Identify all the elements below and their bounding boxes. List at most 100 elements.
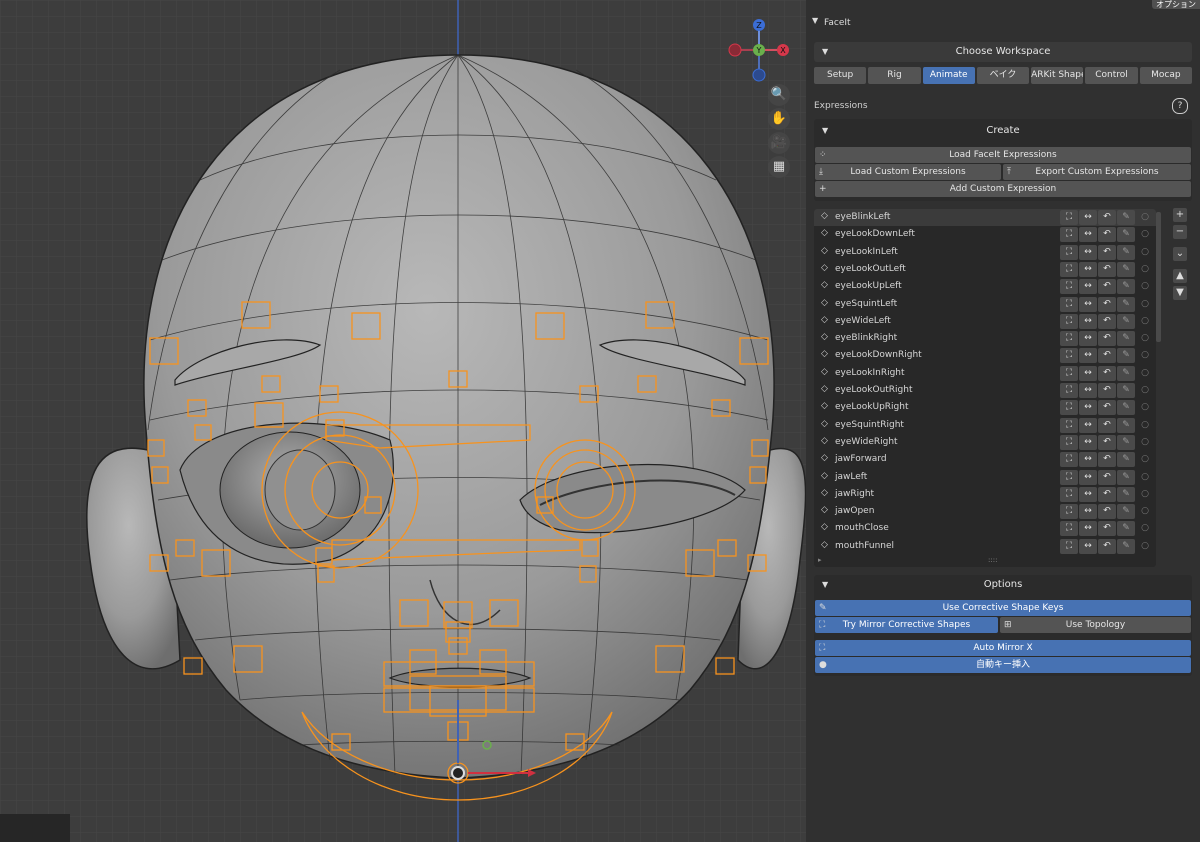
pose-icon[interactable]: ⛶ — [1060, 296, 1078, 312]
reset-undo-icon[interactable]: ↶ — [1098, 417, 1116, 433]
reset-undo-icon[interactable]: ↶ — [1098, 486, 1116, 502]
pose-icon[interactable]: ⛶ — [1060, 538, 1078, 554]
mirror-arrows-icon[interactable]: ↔ — [1079, 417, 1097, 433]
pose-icon[interactable]: ⛶ — [1060, 210, 1078, 225]
pose-icon[interactable]: ⛶ — [1060, 261, 1078, 277]
mirror-arrows-icon[interactable]: ↔ — [1079, 383, 1097, 398]
tab-setup[interactable]: Setup — [814, 67, 867, 84]
edit-pencil-icon[interactable]: ✎ — [1117, 521, 1135, 537]
list-expand-icon[interactable]: ▸ — [818, 556, 822, 564]
reset-undo-icon[interactable]: ↶ — [1098, 261, 1116, 277]
tab-ベイク[interactable]: ベイク — [976, 67, 1030, 84]
expression-row[interactable]: ◇ eyeLookInLeft ⛶ ↔ ↶ ✎ ○ — [814, 244, 1156, 261]
status-circle-icon[interactable]: ○ — [1136, 435, 1154, 450]
status-circle-icon[interactable]: ○ — [1136, 279, 1154, 294]
mirror-arrows-icon[interactable]: ↔ — [1079, 296, 1097, 312]
status-circle-icon[interactable]: ○ — [1136, 331, 1154, 346]
use-topology-toggle[interactable]: ⊞ Use Topology — [1000, 617, 1191, 633]
edit-pencil-icon[interactable]: ✎ — [1117, 504, 1135, 520]
mirror-arrows-icon[interactable]: ↔ — [1079, 227, 1097, 243]
expression-row[interactable]: ◇ jawForward ⛶ ↔ ↶ ✎ ○ — [814, 451, 1156, 468]
remove-item-minus-icon[interactable]: − — [1173, 225, 1187, 239]
mirror-arrows-icon[interactable]: ↔ — [1079, 469, 1097, 485]
move-up-icon[interactable]: ▲ — [1173, 269, 1187, 283]
status-circle-icon[interactable]: ○ — [1136, 400, 1154, 415]
expression-row[interactable]: ◇ jawRight ⛶ ↔ ↶ ✎ ○ — [814, 486, 1156, 503]
pose-icon[interactable]: ⛶ — [1060, 227, 1078, 243]
expression-row[interactable]: ◇ eyeSquintRight ⛶ ↔ ↶ ✎ ○ — [814, 417, 1156, 434]
pose-icon[interactable]: ⛶ — [1060, 331, 1078, 347]
help-question-icon[interactable]: ? — [1172, 98, 1188, 114]
status-circle-icon[interactable]: ○ — [1136, 245, 1154, 260]
axis-gizmo[interactable]: Z X Y — [724, 16, 794, 86]
mirror-arrows-icon[interactable]: ↔ — [1079, 538, 1097, 554]
status-circle-icon[interactable]: ○ — [1136, 521, 1154, 536]
zoom-icon[interactable]: 🔍 — [768, 84, 790, 106]
edit-pencil-icon[interactable]: ✎ — [1117, 296, 1135, 312]
edit-pencil-icon[interactable]: ✎ — [1117, 210, 1135, 225]
pose-icon[interactable]: ⛶ — [1060, 279, 1078, 295]
reset-undo-icon[interactable]: ↶ — [1098, 434, 1116, 450]
status-circle-icon[interactable]: ○ — [1136, 383, 1154, 398]
pose-icon[interactable]: ⛶ — [1060, 244, 1078, 260]
status-circle-icon[interactable]: ○ — [1136, 210, 1154, 225]
mirror-arrows-icon[interactable]: ↔ — [1079, 331, 1097, 347]
expression-row[interactable]: ◇ jawLeft ⛶ ↔ ↶ ✎ ○ — [814, 469, 1156, 486]
status-circle-icon[interactable]: ○ — [1136, 314, 1154, 329]
edit-pencil-icon[interactable]: ✎ — [1117, 244, 1135, 260]
options-header[interactable]: ▼ Options — [814, 575, 1192, 595]
edit-pencil-icon[interactable]: ✎ — [1117, 227, 1135, 243]
mirror-arrows-icon[interactable]: ↔ — [1079, 365, 1097, 381]
expression-row[interactable]: ◇ eyeWideLeft ⛶ ↔ ↶ ✎ ○ — [814, 313, 1156, 330]
expression-row[interactable]: ◇ eyeWideRight ⛶ ↔ ↶ ✎ ○ — [814, 434, 1156, 451]
expression-row[interactable]: ◇ eyeLookUpLeft ⛶ ↔ ↶ ✎ ○ — [814, 278, 1156, 295]
edit-pencil-icon[interactable]: ✎ — [1117, 279, 1135, 295]
status-circle-icon[interactable]: ○ — [1136, 227, 1154, 242]
expression-row[interactable]: ◇ eyeLookUpRight ⛶ ↔ ↶ ✎ ○ — [814, 399, 1156, 416]
load-faceit-expressions-button[interactable]: ⁘ Load FaceIt Expressions — [815, 147, 1191, 163]
reset-undo-icon[interactable]: ↶ — [1098, 469, 1116, 485]
edit-pencil-icon[interactable]: ✎ — [1117, 313, 1135, 329]
pose-icon[interactable]: ⛶ — [1060, 504, 1078, 520]
reset-undo-icon[interactable]: ↶ — [1098, 521, 1116, 537]
use-corrective-shape-keys-toggle[interactable]: ✎ Use Corrective Shape Keys — [815, 600, 1191, 616]
reset-undo-icon[interactable]: ↶ — [1098, 365, 1116, 381]
edit-pencil-icon[interactable]: ✎ — [1117, 452, 1135, 468]
reset-undo-icon[interactable]: ↶ — [1098, 296, 1116, 312]
status-circle-icon[interactable]: ○ — [1136, 366, 1154, 381]
edit-pencil-icon[interactable]: ✎ — [1117, 538, 1135, 554]
mirror-arrows-icon[interactable]: ↔ — [1079, 434, 1097, 450]
pose-icon[interactable]: ⛶ — [1060, 521, 1078, 537]
reset-undo-icon[interactable]: ↶ — [1098, 400, 1116, 416]
mirror-arrows-icon[interactable]: ↔ — [1079, 504, 1097, 520]
mirror-arrows-icon[interactable]: ↔ — [1079, 486, 1097, 502]
mirror-arrows-icon[interactable]: ↔ — [1079, 348, 1097, 364]
panel-header[interactable]: ▼ FaceIt — [806, 12, 1200, 34]
tab-mocap[interactable]: Mocap — [1139, 67, 1192, 84]
create-header[interactable]: ▼ Create — [814, 121, 1192, 141]
pose-icon[interactable]: ⛶ — [1060, 313, 1078, 329]
edit-pencil-icon[interactable]: ✎ — [1117, 365, 1135, 381]
edit-pencil-icon[interactable]: ✎ — [1117, 261, 1135, 277]
status-circle-icon[interactable]: ○ — [1136, 487, 1154, 502]
collapse-icon[interactable]: ▼ — [812, 16, 818, 25]
expression-row[interactable]: ◇ eyeLookInRight ⛶ ↔ ↶ ✎ ○ — [814, 365, 1156, 382]
expression-row[interactable]: ◇ eyeSquintLeft ⛶ ↔ ↶ ✎ ○ — [814, 296, 1156, 313]
reset-undo-icon[interactable]: ↶ — [1098, 244, 1116, 260]
pose-icon[interactable]: ⛶ — [1060, 348, 1078, 364]
pose-icon[interactable]: ⛶ — [1060, 486, 1078, 502]
edit-pencil-icon[interactable]: ✎ — [1117, 383, 1135, 398]
reset-undo-icon[interactable]: ↶ — [1098, 348, 1116, 364]
reset-undo-icon[interactable]: ↶ — [1098, 279, 1116, 295]
mirror-arrows-icon[interactable]: ↔ — [1079, 521, 1097, 537]
mirror-arrows-icon[interactable]: ↔ — [1079, 400, 1097, 416]
tab-animate[interactable]: Animate — [922, 67, 975, 84]
pose-icon[interactable]: ⛶ — [1060, 400, 1078, 416]
status-circle-icon[interactable]: ○ — [1136, 539, 1154, 554]
pose-icon[interactable]: ⛶ — [1060, 417, 1078, 433]
expression-row[interactable]: ◇ mouthFunnel ⛶ ↔ ↶ ✎ ○ — [814, 538, 1156, 555]
expressions-list[interactable]: ◇ eyeBlinkLeft ⛶ ↔ ↶ ✎ ○ ◇ eyeLookDownLeft ⛶ ↔ ↶ ✎ ○ ◇… — [814, 209, 1156, 567]
tab-rig[interactable]: Rig — [868, 67, 921, 84]
status-circle-icon[interactable]: ○ — [1136, 418, 1154, 433]
reset-undo-icon[interactable]: ↶ — [1098, 313, 1116, 329]
